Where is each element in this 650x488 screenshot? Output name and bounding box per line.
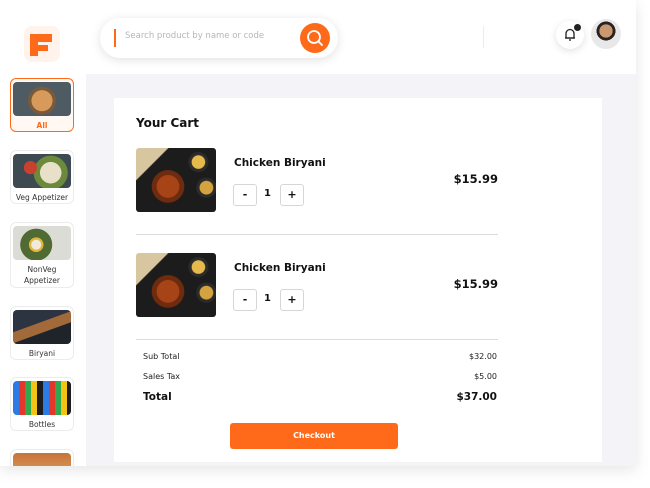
- notification-dot: [574, 24, 581, 31]
- product-name: Chicken Biryani: [234, 262, 326, 274]
- avatar[interactable]: [591, 19, 621, 49]
- product-image: [136, 253, 216, 317]
- category-veg-appetizer[interactable]: Veg Appetizer: [10, 150, 74, 204]
- category-image: [13, 381, 71, 415]
- category-nonveg-appetizer[interactable]: NonVeg Appetizer: [10, 222, 74, 288]
- search-input[interactable]: Search product by name or code: [125, 31, 264, 41]
- category-next[interactable]: [10, 449, 74, 466]
- category-label: Biryani: [28, 349, 56, 358]
- cart-title: Your Cart: [136, 116, 200, 130]
- increase-quantity-button[interactable]: +: [280, 289, 304, 311]
- category-label: Veg Appetizer: [15, 193, 69, 202]
- checkout-button[interactable]: Checkout: [230, 423, 398, 449]
- notification-button[interactable]: [556, 21, 584, 49]
- quantity-value: 1: [264, 188, 271, 199]
- subtotal-label: Sub Total: [143, 352, 180, 361]
- divider: [483, 26, 484, 48]
- category-image: [13, 154, 71, 188]
- total-row: Total $37.00: [143, 391, 497, 403]
- subtotal-row: Sub Total $32.00: [143, 352, 497, 361]
- search-button[interactable]: [300, 23, 330, 53]
- category-label: All: [36, 121, 48, 130]
- text-cursor: [114, 29, 116, 47]
- category-image: [13, 453, 71, 466]
- product-price: $15.99: [453, 172, 498, 186]
- category-image: [13, 82, 71, 116]
- increase-quantity-button[interactable]: +: [280, 184, 304, 206]
- product-image: [136, 148, 216, 212]
- divider: [136, 339, 498, 340]
- sales-tax-row: Sales Tax $5.00: [143, 372, 497, 381]
- category-bottles[interactable]: Bottles: [10, 377, 74, 431]
- product-name: Chicken Biryani: [234, 157, 326, 169]
- total-label: Total: [143, 391, 172, 403]
- category-biryani[interactable]: Biryani: [10, 306, 74, 360]
- logo-icon[interactable]: [24, 26, 60, 62]
- category-label: Bottles: [28, 420, 56, 429]
- category-label: NonVeg Appetizer: [24, 265, 60, 285]
- subtotal-value: $32.00: [469, 352, 497, 361]
- search-icon: [307, 30, 323, 46]
- decrease-quantity-button[interactable]: -: [233, 184, 257, 206]
- divider: [136, 234, 498, 235]
- app-window: All Veg Appetizer NonVeg Appetizer Birya…: [0, 0, 636, 466]
- cart-item: Chicken Biryani - 1 + $15.99: [136, 253, 498, 319]
- category-image: [13, 310, 71, 344]
- category-image: [13, 226, 71, 260]
- search-bar[interactable]: Search product by name or code: [100, 18, 338, 58]
- product-price: $15.99: [453, 277, 498, 291]
- total-value: $37.00: [456, 391, 497, 403]
- decrease-quantity-button[interactable]: -: [233, 289, 257, 311]
- cart-panel: Your Cart Chicken Biryani - 1 + $15.99 C…: [114, 98, 602, 462]
- sales-tax-value: $5.00: [474, 372, 497, 381]
- cart-item: Chicken Biryani - 1 + $15.99: [136, 148, 498, 214]
- quantity-value: 1: [264, 293, 271, 304]
- category-all[interactable]: All: [10, 78, 74, 132]
- top-bar: Search product by name or code: [86, 0, 636, 74]
- sales-tax-label: Sales Tax: [143, 372, 181, 381]
- category-sidebar: All Veg Appetizer NonVeg Appetizer Birya…: [0, 0, 86, 466]
